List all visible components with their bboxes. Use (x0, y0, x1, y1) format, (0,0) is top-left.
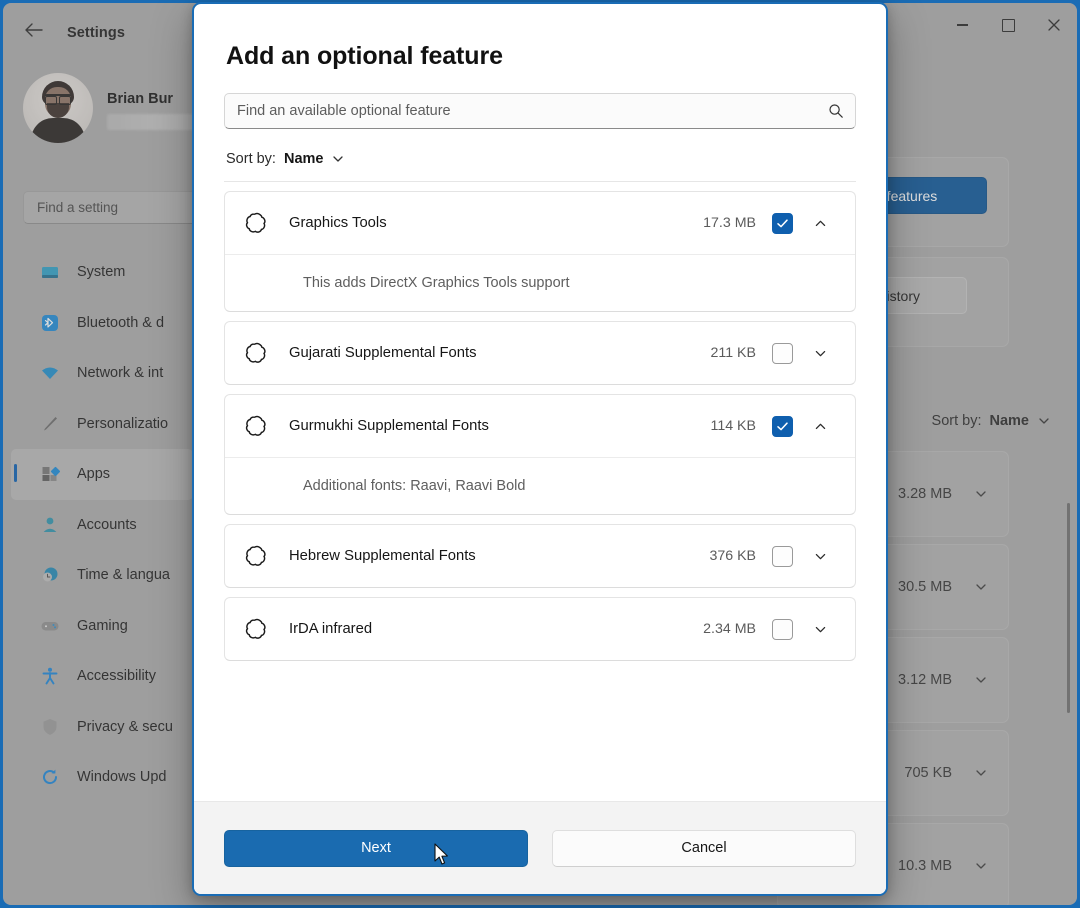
search-icon[interactable] (828, 103, 844, 119)
cog-icon (245, 544, 269, 568)
feature-checkbox[interactable] (772, 618, 793, 640)
chevron-down-icon (331, 152, 345, 166)
chevron-up-icon[interactable] (803, 409, 837, 443)
list-item[interactable]: IrDA infrared 2.34 MB (224, 597, 856, 661)
feature-row[interactable]: Gurmukhi Supplemental Fonts 114 KB (225, 395, 855, 457)
cog-icon (245, 414, 269, 438)
feature-checkbox[interactable] (772, 342, 793, 364)
dialog-title: Add an optional feature (226, 42, 503, 70)
next-label: Next (361, 840, 391, 856)
feature-name: Hebrew Supplemental Fonts (289, 548, 476, 564)
cog-icon (245, 617, 269, 641)
feature-search-input[interactable]: Find an available optional feature (224, 93, 856, 129)
chevron-down-icon[interactable] (803, 612, 837, 646)
feature-description: Additional fonts: Raavi, Raavi Bold (225, 457, 855, 514)
sort-by-value: Name (283, 151, 324, 167)
sort-by-control[interactable]: Sort by: Name (226, 151, 856, 167)
feature-size: 376 KB (709, 548, 756, 564)
next-button[interactable]: Next (224, 829, 528, 867)
feature-row[interactable]: Graphics Tools 17.3 MB (225, 192, 855, 254)
chevron-down-icon[interactable] (803, 336, 837, 370)
feature-row[interactable]: IrDA infrared 2.34 MB (225, 598, 855, 660)
list-item[interactable]: Hebrew Supplemental Fonts 376 KB (224, 524, 856, 588)
list-item[interactable]: Gurmukhi Supplemental Fonts 114 KB Addit… (224, 394, 856, 515)
feature-description: This adds DirectX Graphics Tools support (225, 254, 855, 311)
feature-size: 211 KB (710, 345, 757, 361)
cancel-label: Cancel (681, 840, 727, 856)
feature-row[interactable]: Hebrew Supplemental Fonts 376 KB (225, 525, 855, 587)
feature-name: Graphics Tools (289, 215, 387, 231)
feature-row[interactable]: Gujarati Supplemental Fonts 211 KB (225, 322, 855, 384)
sort-by-prefix: Sort by: (226, 151, 276, 167)
feature-name: IrDA infrared (289, 621, 373, 637)
feature-size: 114 KB (710, 418, 757, 434)
feature-checkbox[interactable] (772, 212, 793, 234)
chevron-down-icon[interactable] (803, 539, 837, 573)
cancel-button[interactable]: Cancel (552, 829, 856, 867)
feature-list: Graphics Tools 17.3 MB This adds DirectX… (224, 181, 856, 661)
feature-size: 2.34 MB (703, 621, 756, 637)
dialog-body: Add an optional feature Find an availabl… (194, 4, 886, 801)
list-item[interactable]: Graphics Tools 17.3 MB This adds DirectX… (224, 191, 856, 312)
cog-icon (245, 341, 269, 365)
cog-icon (245, 211, 269, 235)
add-optional-feature-dialog: Add an optional feature Find an availabl… (192, 2, 888, 896)
chevron-up-icon[interactable] (803, 206, 837, 240)
screen: Settings Brian Bur Find a setting System… (0, 0, 1080, 908)
feature-search-placeholder: Find an available optional feature (237, 103, 451, 119)
list-item[interactable]: Gujarati Supplemental Fonts 211 KB (224, 321, 856, 385)
feature-name: Gujarati Supplemental Fonts (289, 345, 477, 361)
feature-size: 17.3 MB (703, 215, 756, 231)
dialog-footer: Next Cancel (194, 801, 886, 894)
feature-name: Gurmukhi Supplemental Fonts (289, 418, 489, 434)
feature-checkbox[interactable] (772, 415, 793, 437)
feature-checkbox[interactable] (772, 545, 793, 567)
